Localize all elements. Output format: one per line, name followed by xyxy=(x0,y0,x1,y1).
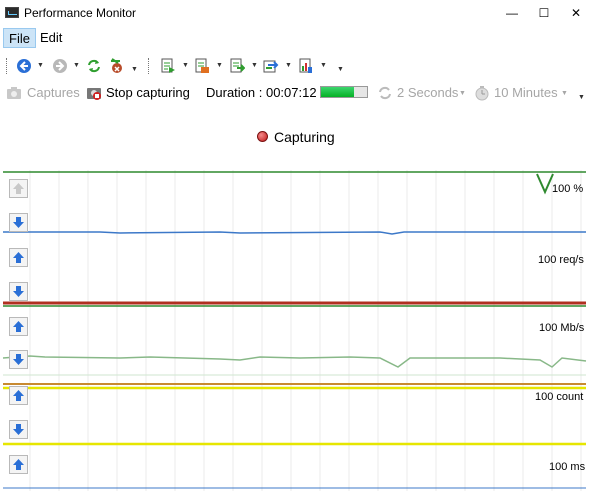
duration-progress-bar xyxy=(320,86,368,98)
record-indicator-icon xyxy=(257,131,268,142)
time-window-dropdown[interactable]: 10 Minutes xyxy=(494,85,558,100)
interval-dropdown[interactable]: 2 Seconds xyxy=(397,85,458,100)
chevron-down-icon[interactable]: ▼ xyxy=(561,90,568,97)
network-series-line xyxy=(2,355,587,368)
window-title: Performance Monitor xyxy=(24,6,137,20)
scale-down-button[interactable] xyxy=(9,420,28,439)
close-button[interactable]: ✕ xyxy=(560,0,592,26)
menu-edit[interactable]: Edit xyxy=(35,28,67,48)
chevron-down-icon[interactable]: ▼ xyxy=(73,62,80,69)
scale-down-button[interactable] xyxy=(9,282,28,301)
arrow-down-icon xyxy=(13,354,24,365)
scale-up-button[interactable] xyxy=(9,386,28,405)
overflow-icon[interactable]: ▼ xyxy=(131,66,138,73)
report-icon[interactable] xyxy=(298,58,314,74)
stop-capturing-button[interactable]: Stop capturing xyxy=(106,85,190,100)
status-text: Capturing xyxy=(274,129,335,145)
count-series-line xyxy=(3,386,586,446)
title-bar: Performance Monitor — ☐ ✕ xyxy=(0,0,592,26)
chevron-down-icon[interactable]: ▼ xyxy=(251,62,258,69)
back-icon[interactable] xyxy=(16,58,32,74)
clear-icon[interactable] xyxy=(108,58,124,74)
save-icon[interactable] xyxy=(263,58,279,74)
duration-label: Duration : 00:07:12 xyxy=(206,85,317,100)
scale-down-button[interactable] xyxy=(9,213,28,232)
chevron-down-icon[interactable]: ▼ xyxy=(459,90,466,97)
forward-icon[interactable] xyxy=(52,58,68,74)
chevron-down-icon[interactable]: ▼ xyxy=(320,62,327,69)
toolbar-grip[interactable] xyxy=(148,58,151,74)
cpu-scale-label: 100 % xyxy=(552,183,584,195)
arrow-down-icon xyxy=(13,217,24,228)
refresh-icon[interactable] xyxy=(86,58,102,74)
scale-up-button[interactable] xyxy=(9,317,28,336)
arrow-down-icon xyxy=(13,424,24,435)
count-scale-label: 100 count xyxy=(535,391,584,403)
scale-down-button[interactable] xyxy=(9,350,28,369)
cpu-series-line xyxy=(3,231,586,235)
overflow-icon[interactable]: ▼ xyxy=(578,94,585,101)
progress-fill xyxy=(321,87,355,97)
network-scale-label: 100 Mb/s xyxy=(539,322,585,334)
minimize-button[interactable]: — xyxy=(496,0,528,26)
overflow-icon[interactable]: ▼ xyxy=(337,66,344,73)
arrow-up-icon xyxy=(13,390,24,401)
arrow-up-icon xyxy=(13,252,24,263)
arrow-down-icon xyxy=(13,286,24,297)
stopwatch-icon xyxy=(475,86,489,101)
chevron-down-icon[interactable]: ▼ xyxy=(182,62,189,69)
scale-up-button[interactable] xyxy=(9,455,28,474)
interval-icon xyxy=(379,86,391,100)
requests-scale-label: 100 req/s xyxy=(538,254,584,266)
export-icon[interactable] xyxy=(160,58,176,74)
cpu-spike-line xyxy=(536,173,554,195)
chevron-down-icon[interactable]: ▼ xyxy=(216,62,223,69)
charts-area: 100 % 100 req/s 100 Mb/s 100 count 100 m… xyxy=(0,170,592,491)
charts-graphics xyxy=(2,170,587,491)
stop-capturing-icon xyxy=(87,88,101,100)
toolbar-grip[interactable] xyxy=(6,58,9,74)
arrow-up-icon xyxy=(13,321,24,332)
main-toolbar: ▼ ▼ ▼ ▼ ▼ ▼ ▼ ▼ ▼ xyxy=(0,52,592,80)
chevron-down-icon[interactable]: ▼ xyxy=(285,62,292,69)
app-icon xyxy=(5,7,19,18)
export-xml-icon[interactable] xyxy=(194,58,210,74)
arrow-up-icon xyxy=(13,459,24,470)
captures-button[interactable]: Captures xyxy=(27,85,80,100)
copy-icon[interactable] xyxy=(229,58,245,74)
arrow-up-icon xyxy=(13,183,24,194)
latency-scale-label: 100 ms xyxy=(549,461,586,473)
scale-up-button[interactable] xyxy=(9,179,28,198)
scale-up-button[interactable] xyxy=(9,248,28,267)
maximize-button[interactable]: ☐ xyxy=(528,0,560,26)
menu-file[interactable]: File xyxy=(3,28,36,48)
capture-toolbar: Captures Stop capturing Duration : 00:07… xyxy=(0,82,592,104)
captures-icon xyxy=(7,87,21,99)
menu-bar: File Edit xyxy=(0,26,592,50)
chevron-down-icon[interactable]: ▼ xyxy=(37,62,44,69)
